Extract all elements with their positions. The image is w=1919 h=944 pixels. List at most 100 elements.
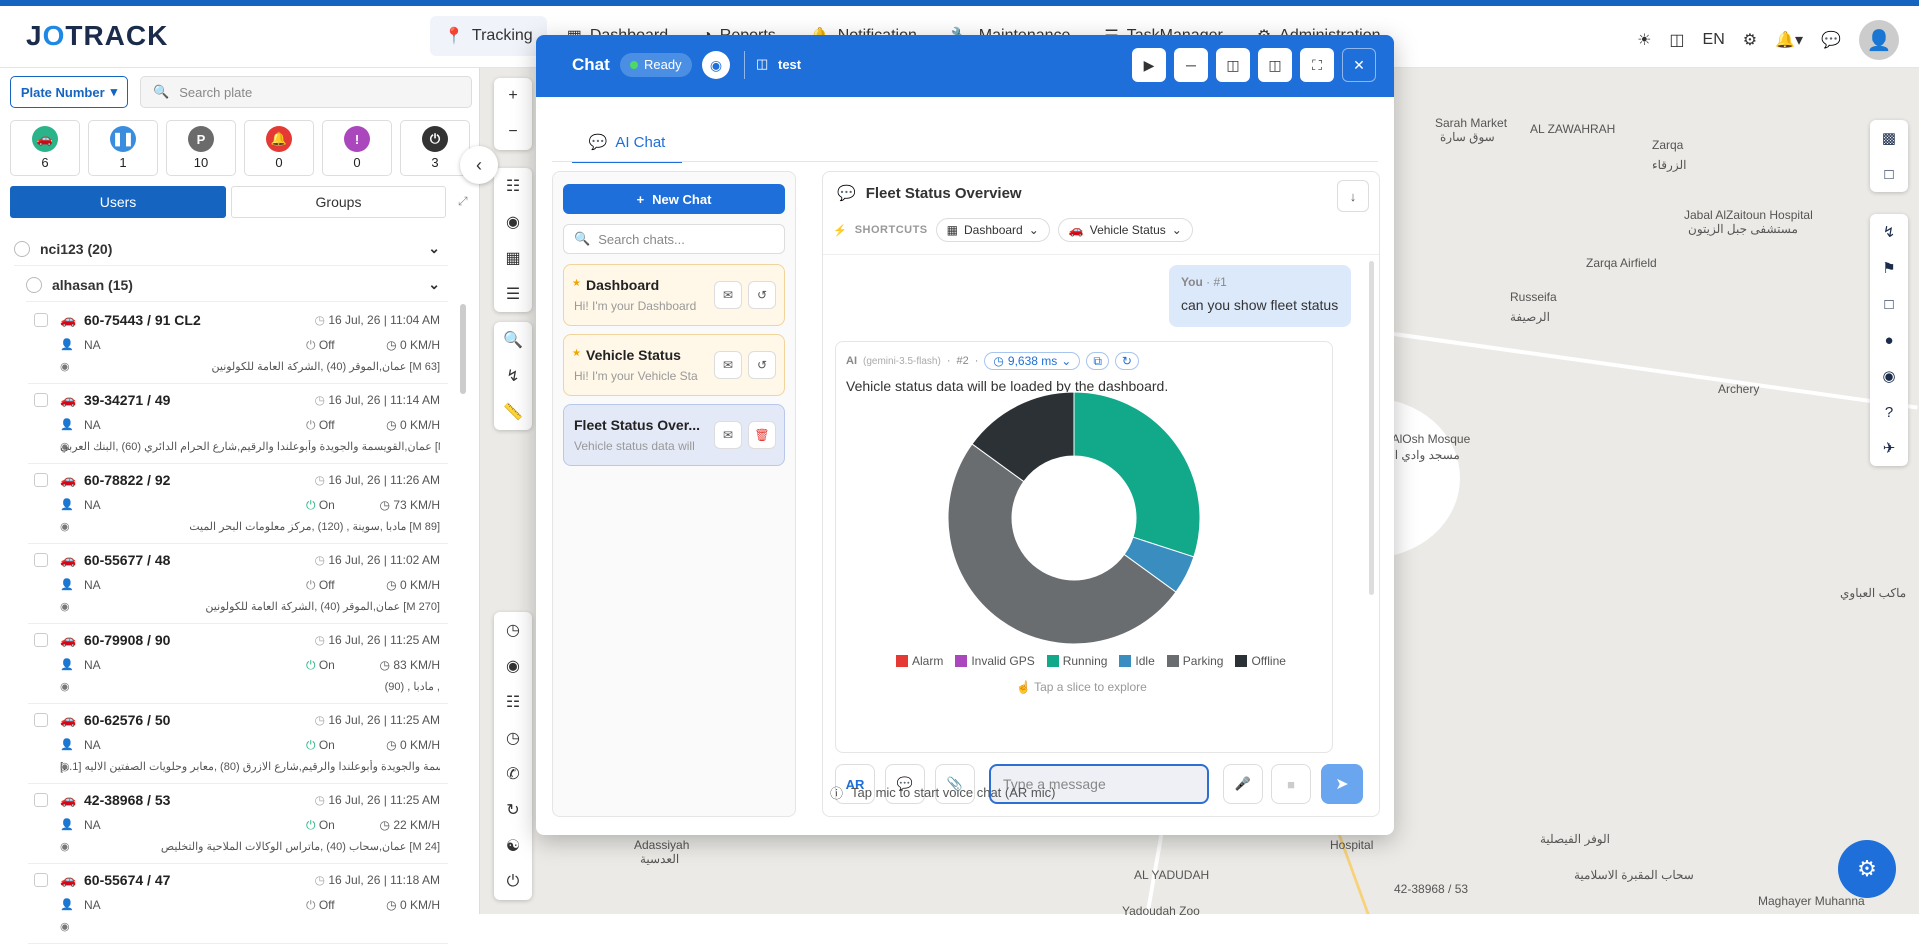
phone-icon[interactable]: ✆ [494, 756, 532, 792]
legend-item[interactable]: Parking [1166, 654, 1223, 668]
search-chats-input[interactable]: 🔍 Search chats... [563, 224, 785, 254]
settings-icon[interactable]: ⚙ [1743, 30, 1757, 50]
row-checkbox[interactable] [34, 873, 48, 887]
dock-right-button[interactable]: ◫ [1258, 48, 1292, 82]
route-icon[interactable]: ↯ [494, 358, 532, 394]
table-row[interactable]: 🚗 42-38968 / 53 ◷ 16 Jul, 26 | 11:25 AM 👤 NA… [28, 784, 448, 864]
refresh-icon[interactable]: ↻ [494, 792, 532, 828]
chat-item-dashboard[interactable]: ★ Dashboard Hi! I'm your Dashboard ✉ ↺ [563, 264, 785, 326]
group-nci123[interactable]: nci123 (20) ⌄ [14, 232, 448, 266]
sun-icon[interactable]: ☀ [1637, 30, 1651, 50]
plate-search-input[interactable]: 🔍 Search plate [140, 76, 472, 108]
row-checkbox[interactable] [34, 313, 48, 327]
shortcut-dashboard[interactable]: ▦ Dashboard ⌄ [935, 218, 1050, 242]
vehicle-plate[interactable]: 60-75443 / 91 CL2 [84, 312, 201, 328]
chat-item-vehicle-status[interactable]: ★ Vehicle Status Hi! I'm your Vehicle St… [563, 334, 785, 396]
stat-invalid-gps[interactable]: ! 0 [322, 120, 392, 176]
pin-icon[interactable]: ◉ [494, 204, 532, 240]
row-checkbox[interactable] [34, 553, 48, 567]
speedometer-icon[interactable]: ◷ [494, 612, 532, 648]
group-checkbox[interactable] [14, 240, 30, 257]
table-row[interactable]: 🚗 60-78822 / 92 ◷ 16 Jul, 26 | 11:26 AM 👤 NA… [28, 464, 448, 544]
ruler-icon[interactable]: 📏 [494, 394, 532, 430]
app-logo[interactable]: JOTRACK [26, 20, 168, 52]
grid-icon[interactable]: ▦ [494, 240, 532, 276]
group-alhasan[interactable]: alhasan (15) ⌄ [26, 268, 448, 302]
group-checkbox[interactable] [26, 276, 42, 293]
legend-item[interactable]: Idle [1119, 654, 1155, 668]
language-selector[interactable]: EN [1703, 31, 1725, 49]
vehicle-plate[interactable]: 60-55677 / 48 [84, 552, 170, 568]
chevron-down-icon[interactable]: ⌄ [428, 240, 440, 257]
table-row[interactable]: 🚗 60-75443 / 91 CL2 ◷ 16 Jul, 26 | 11:04 A… [28, 304, 448, 384]
marker-icon[interactable]: ◉ [1870, 358, 1908, 394]
stat-running[interactable]: 🚗 6 [10, 120, 80, 176]
row-checkbox[interactable] [34, 793, 48, 807]
row-checkbox[interactable] [34, 713, 48, 727]
users-icon[interactable]: ☯ [494, 828, 532, 864]
cube-icon[interactable]: □ [1870, 156, 1908, 192]
email-icon[interactable]: ✉ [714, 421, 742, 449]
row-checkbox[interactable] [34, 393, 48, 407]
search-icon[interactable]: 🔍 [494, 322, 532, 358]
compass-icon[interactable]: ◉ [702, 51, 730, 79]
zoom-in-button[interactable]: + [494, 78, 532, 114]
map-icon[interactable]: ☷ [494, 168, 532, 204]
tab-groups[interactable]: Groups [231, 186, 446, 218]
map-type-icon[interactable]: ▩ [1870, 120, 1908, 156]
bell-dropdown-icon[interactable]: 🔔▾ [1775, 30, 1803, 50]
row-checkbox[interactable] [34, 633, 48, 647]
chevron-down-icon[interactable]: ⌄ [428, 276, 440, 293]
send-button[interactable]: ➤ [1321, 764, 1363, 804]
messages-icon[interactable]: 💬 [1821, 30, 1841, 50]
latency-badge[interactable]: ◷ 9,638 ms ⌄ [984, 352, 1081, 370]
table-row[interactable]: 🚗 60-79908 / 90 ◷ 16 Jul, 26 | 11:25 AM 👤 NA… [28, 624, 448, 704]
scrollbar[interactable] [1369, 261, 1374, 595]
table-row[interactable]: 🚗 60-55674 / 47 ◷ 16 Jul, 26 | 11:18 AM 👤 NA… [28, 864, 448, 944]
collapse-panel-button[interactable]: ‹ [460, 146, 498, 184]
new-chat-button[interactable]: + New Chat [563, 184, 785, 214]
avatar[interactable]: 👤 [1859, 20, 1899, 60]
scroll-down-button[interactable]: ↓ [1337, 180, 1369, 212]
polygon-icon[interactable]: □ [1870, 286, 1908, 322]
chat-item-fleet-status[interactable]: Fleet Status Over... Vehicle status data… [563, 404, 785, 466]
vehicle-plate[interactable]: 60-78822 / 92 [84, 472, 170, 488]
close-button[interactable]: ✕ [1342, 48, 1376, 82]
vehicle-plate[interactable]: 60-79908 / 90 [84, 632, 170, 648]
minimize-button[interactable]: ─ [1174, 48, 1208, 82]
legend-item[interactable]: Invalid GPS [955, 654, 1035, 668]
route-icon[interactable]: ↯ [1870, 214, 1908, 250]
email-icon[interactable]: ✉ [714, 281, 742, 309]
row-checkbox[interactable] [34, 473, 48, 487]
legend-item[interactable]: Offline [1235, 654, 1286, 668]
mic-button[interactable]: 🎤 [1223, 764, 1263, 804]
copy-button[interactable]: ⧉ [1086, 352, 1109, 370]
vehicle-plate[interactable]: 60-55674 / 47 [84, 872, 170, 888]
vehicle-plate[interactable]: 60-62576 / 50 [84, 712, 170, 728]
vehicle-plate[interactable]: 42-38968 / 53 [84, 792, 170, 808]
tab-users[interactable]: Users [10, 186, 226, 218]
chatbot-button[interactable]: ⚙ [1838, 840, 1896, 898]
layout-icon[interactable]: ◫ [1669, 30, 1684, 50]
shortcut-vehicle-status[interactable]: 🚗 Vehicle Status ⌄ [1057, 218, 1193, 242]
plate-number-dropdown[interactable]: Plate Number ▾ [10, 76, 128, 108]
fullscreen-button[interactable]: ⛶ [1300, 48, 1334, 82]
clock-icon[interactable]: ◷ [494, 720, 532, 756]
stop-button[interactable]: ■ [1271, 764, 1311, 804]
vehicle-plate[interactable]: 39-34271 / 49 [84, 392, 170, 408]
circle-icon[interactable]: ● [1870, 322, 1908, 358]
regenerate-button[interactable]: ↻ [1114, 352, 1139, 370]
help-icon[interactable]: ? [1870, 394, 1908, 430]
power-icon[interactable]: ⏻ [494, 864, 532, 900]
nav-tracking[interactable]: 📍 Tracking [430, 16, 547, 56]
table-row[interactable]: 🚗 60-62576 / 50 ◷ 16 Jul, 26 | 11:25 AM 👤 NA… [28, 704, 448, 784]
donut-slice-running[interactable] [1073, 392, 1201, 558]
scrollbar[interactable] [460, 304, 466, 394]
location-icon[interactable]: ◉ [494, 648, 532, 684]
stat-parking[interactable]: P 10 [166, 120, 236, 176]
reset-icon[interactable]: ↺ [748, 351, 776, 379]
trash-icon[interactable]: 🗑 [748, 421, 776, 449]
fleet-status-donut-chart[interactable] [836, 392, 1334, 652]
zoom-out-button[interactable]: − [494, 114, 532, 150]
street-view-icon[interactable]: ✈ [1870, 430, 1908, 466]
